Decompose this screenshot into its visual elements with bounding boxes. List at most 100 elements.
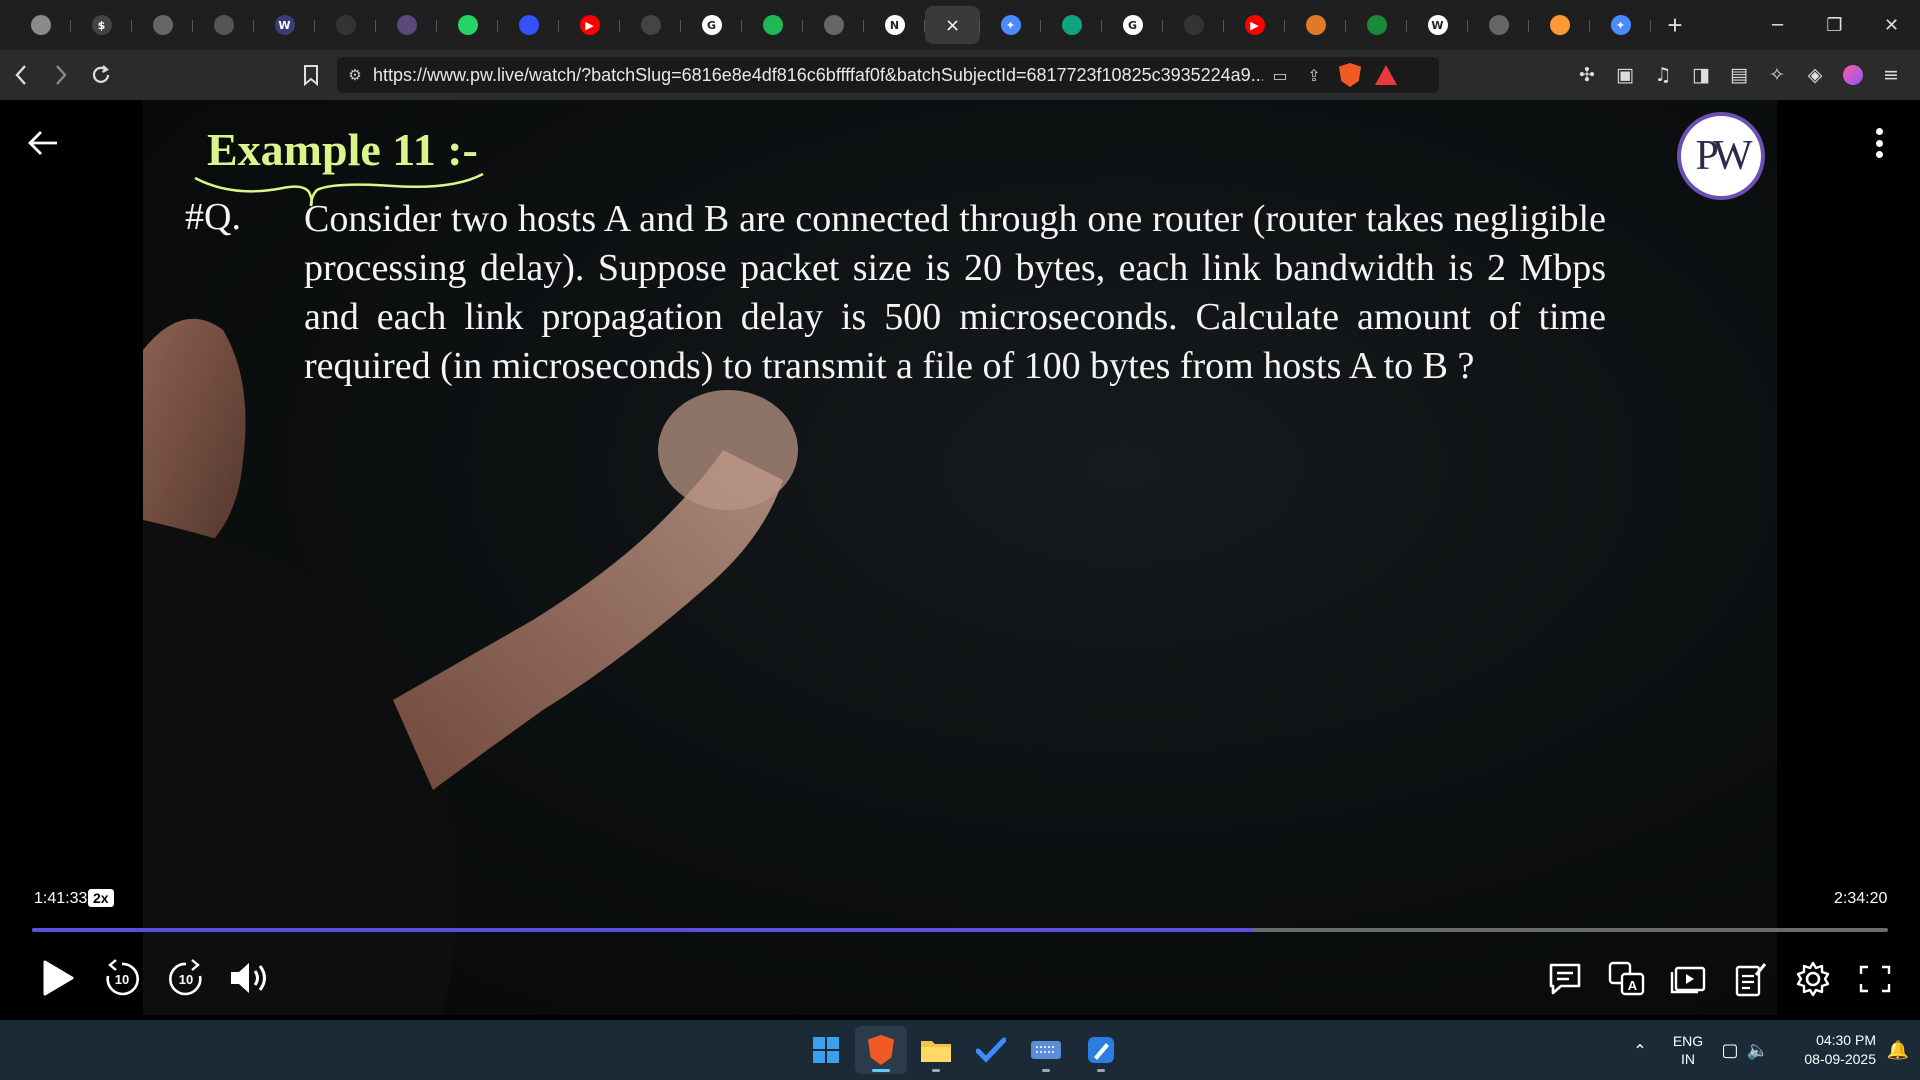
- taskbar-drawing-app[interactable]: [1075, 1026, 1127, 1074]
- browser-tab[interactable]: ▶: [559, 6, 620, 44]
- chat-icon: [1549, 963, 1581, 995]
- new-tab-button[interactable]: +: [1655, 5, 1695, 45]
- arrow-left-icon: [28, 131, 57, 155]
- running-indicator: [932, 1069, 940, 1072]
- reader-mode-icon[interactable]: ▣: [1606, 56, 1644, 94]
- close-icon[interactable]: ×: [945, 15, 960, 36]
- media-music-icon[interactable]: ♫: [1644, 56, 1682, 94]
- browser-tab[interactable]: [132, 6, 193, 44]
- address-bar[interactable]: ⚙ https://www.pw.live/watch/?batchSlug=6…: [337, 57, 1439, 93]
- play-button[interactable]: [30, 950, 86, 1006]
- back-nav-button[interactable]: [2, 56, 40, 94]
- browser-tab[interactable]: [1163, 6, 1224, 44]
- taskbar-keyboard-app[interactable]: [1020, 1026, 1072, 1074]
- tray-overflow-chevron-icon[interactable]: ⌃: [1620, 1041, 1660, 1060]
- start-button[interactable]: [800, 1026, 852, 1074]
- dot-icon: [1875, 151, 1883, 158]
- forward-nav-button[interactable]: [42, 56, 80, 94]
- browser-tab[interactable]: G: [1102, 6, 1163, 44]
- browser-tab[interactable]: W: [254, 6, 315, 44]
- clock[interactable]: 04:30 PM 08-09-2025: [1780, 1031, 1876, 1069]
- currency-icon: $: [91, 15, 112, 35]
- settings-button[interactable]: [1786, 952, 1840, 1006]
- dot-icon: [1875, 139, 1883, 147]
- browser-tab[interactable]: [193, 6, 254, 44]
- tab-active[interactable]: ×: [925, 6, 980, 44]
- browser-tab[interactable]: N: [864, 6, 925, 44]
- close-window-button[interactable]: ✕: [1863, 0, 1920, 50]
- rewind-10-button[interactable]: 10: [94, 950, 150, 1006]
- browser-tab[interactable]: [742, 6, 803, 44]
- browser-toolbar: ⚙ https://www.pw.live/watch/?batchSlug=6…: [0, 50, 1920, 100]
- brave-rewards-icon[interactable]: [1375, 65, 1397, 85]
- taskbar-apps: [800, 1026, 1130, 1074]
- restore-button[interactable]: ❐: [1806, 0, 1863, 50]
- cast-icon[interactable]: ▭: [1263, 60, 1297, 90]
- browser-tab[interactable]: [1041, 6, 1102, 44]
- url-text[interactable]: https://www.pw.live/watch/?batchSlug=681…: [373, 65, 1263, 86]
- basketball-icon: [1305, 15, 1326, 35]
- input-language[interactable]: ENG IN: [1660, 1032, 1716, 1068]
- svg-text:A: A: [1628, 978, 1638, 993]
- browser-tab[interactable]: ✦: [980, 6, 1041, 44]
- minimize-button[interactable]: ─: [1749, 0, 1806, 50]
- pip-button[interactable]: [1662, 952, 1716, 1006]
- brave-icon: [868, 1035, 894, 1065]
- profile-avatar-icon[interactable]: [1834, 56, 1872, 94]
- brave-shield-icon[interactable]: [1339, 63, 1361, 87]
- forward-10-button[interactable]: 10: [158, 950, 214, 1006]
- player-controls-right: A: [1530, 952, 1902, 1006]
- browser-tab[interactable]: [1285, 6, 1346, 44]
- forward-10-icon: 10: [169, 959, 202, 996]
- browser-tab[interactable]: [315, 6, 376, 44]
- vpn-shield-icon[interactable]: ◈: [1796, 56, 1834, 94]
- network-icon[interactable]: ▢: [1716, 1040, 1744, 1061]
- pw-logo-text: PW: [1695, 133, 1753, 179]
- video-player[interactable]: Example 11 :- #Q. Consider two hosts A a…: [0, 100, 1920, 1020]
- chat-button[interactable]: [1538, 952, 1592, 1006]
- browser-tab[interactable]: [803, 6, 864, 44]
- site-info-icon[interactable]: ⚙: [337, 66, 373, 84]
- volume-button[interactable]: [222, 950, 278, 1006]
- seek-bar[interactable]: [32, 928, 1888, 932]
- browser-tab[interactable]: $: [71, 6, 132, 44]
- browser-tab[interactable]: [376, 6, 437, 44]
- browser-tab[interactable]: G: [681, 6, 742, 44]
- menu-hamburger-icon[interactable]: ≡: [1872, 56, 1910, 94]
- pw-logo: PW: [1677, 112, 1765, 200]
- taskbar-brave[interactable]: [855, 1026, 907, 1074]
- player-back-button[interactable]: [22, 122, 64, 164]
- browser-tab[interactable]: [437, 6, 498, 44]
- taskbar-todo[interactable]: [965, 1026, 1017, 1074]
- video-frame[interactable]: Example 11 :- #Q. Consider two hosts A a…: [143, 100, 1777, 1015]
- playback-speed-badge[interactable]: 2x: [88, 889, 114, 907]
- browser-tab[interactable]: ✦: [1590, 6, 1651, 44]
- taskbar-file-explorer[interactable]: [910, 1026, 962, 1074]
- notification-bell-icon[interactable]: 🔔: [1876, 1040, 1920, 1061]
- notes-button[interactable]: [1724, 952, 1778, 1006]
- browser-tab[interactable]: ▶: [1224, 6, 1285, 44]
- more-options-button[interactable]: [1862, 122, 1896, 164]
- bookmark-button[interactable]: [292, 56, 330, 94]
- browser-tab[interactable]: [498, 6, 559, 44]
- browser-tab[interactable]: [1529, 6, 1590, 44]
- browser-tab[interactable]: [620, 6, 681, 44]
- extensions-puzzle-icon[interactable]: ✣: [1568, 56, 1606, 94]
- youtube-icon: ▶: [579, 15, 600, 35]
- sidebar-icon[interactable]: ◨: [1682, 56, 1720, 94]
- browser-tab[interactable]: [1468, 6, 1529, 44]
- os-taskbar: ⌃ ENG IN ▢ 🔈 04:30 PM 08-09-2025 🔔: [0, 1020, 1920, 1080]
- browser-tab[interactable]: [1346, 6, 1407, 44]
- speaker-icon[interactable]: 🔈: [1744, 1040, 1772, 1061]
- chatgpt-icon: [1061, 15, 1082, 35]
- reload-button[interactable]: [82, 56, 120, 94]
- browser-tab[interactable]: W: [1407, 6, 1468, 44]
- leo-ai-icon[interactable]: ✧: [1758, 56, 1796, 94]
- wallet-icon[interactable]: ▤: [1720, 56, 1758, 94]
- player-controls-left: 10 10: [30, 950, 286, 1006]
- fullscreen-button[interactable]: [1848, 952, 1902, 1006]
- share-icon[interactable]: ⇪: [1297, 60, 1331, 90]
- dark-site-icon: [335, 15, 356, 35]
- translate-button[interactable]: A: [1600, 952, 1654, 1006]
- browser-tab[interactable]: [10, 6, 71, 44]
